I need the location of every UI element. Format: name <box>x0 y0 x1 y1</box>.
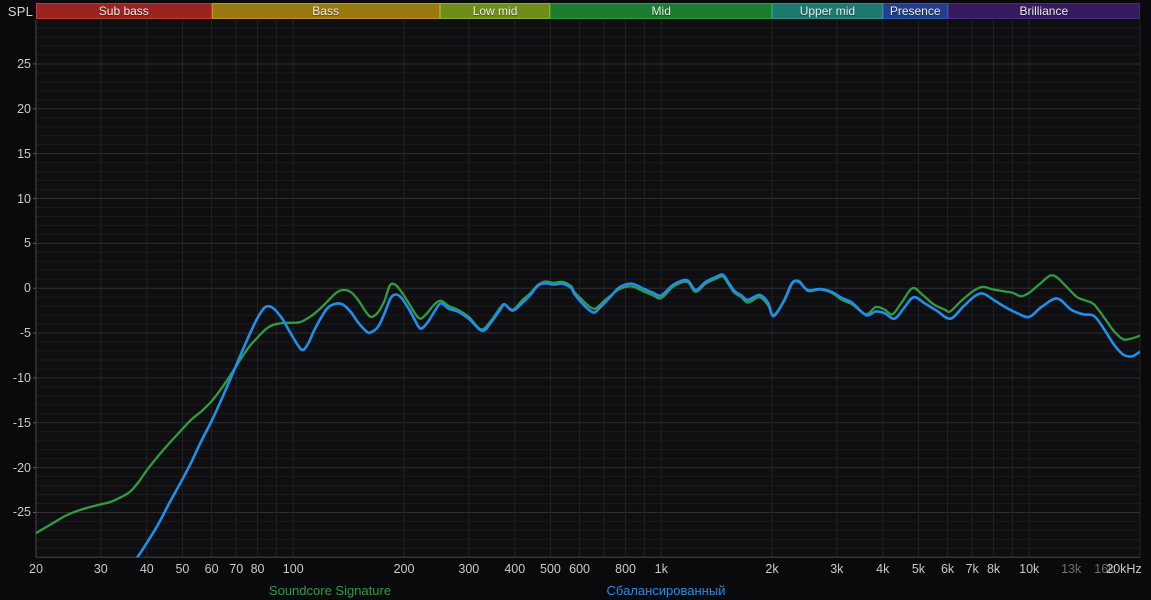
frequency-response-plot <box>33 20 1141 558</box>
y-tick-label: 10 <box>17 191 31 206</box>
y-tick-label: -20 <box>12 460 31 475</box>
x-tick-label-40: 40 <box>139 562 154 576</box>
x-tick-label-13k: 13k <box>1061 562 1082 576</box>
y-tick-label: 0 <box>24 281 31 296</box>
x-tick-label-3k: 3k <box>830 562 844 576</box>
x-tick-label-800: 800 <box>615 562 636 576</box>
x-tick-label-100: 100 <box>282 562 304 576</box>
x-tick-label-8k: 8k <box>986 562 1001 576</box>
y-tick-label: -25 <box>12 505 31 520</box>
legend-item-balanced: Сбалансированный <box>606 583 726 598</box>
x-tick-label-6k: 6k <box>940 562 955 576</box>
y-tick-label: 15 <box>17 146 31 161</box>
x-tick-label-80: 80 <box>250 562 265 576</box>
x-tick-label-2k: 2k <box>765 562 779 576</box>
y-tick-label: 25 <box>17 56 31 71</box>
legend-item-soundcore-signature: Soundcore Signature <box>268 583 392 598</box>
y-tick-label: -15 <box>12 415 31 430</box>
x-tick-label-500: 500 <box>540 562 561 576</box>
x-tick-label-20: 20 <box>29 562 43 576</box>
x-tick-label-400: 400 <box>504 562 526 576</box>
x-tick-label-600: 600 <box>569 562 591 576</box>
x-tick-label-50: 50 <box>175 562 190 576</box>
x-tick-label-1k: 1k <box>654 562 668 576</box>
y-tick-label: 5 <box>24 236 31 251</box>
x-tick-label-300: 300 <box>458 562 480 576</box>
frequency-response-chart: SPL Sub bass Bass Low mid Mid Upper mid Prese… <box>0 0 1151 600</box>
x-tick-label-20khz: 20kHz <box>1106 562 1142 576</box>
y-tick-label: -5 <box>19 326 31 341</box>
x-tick-label-70: 70 <box>229 562 244 576</box>
y-tick-label: -10 <box>12 370 31 385</box>
x-tick-label-5k: 5k <box>911 562 926 576</box>
x-tick-label-30: 30 <box>93 562 108 576</box>
x-tick-label-4k: 4k <box>876 562 890 576</box>
x-tick-label-200: 200 <box>393 562 415 576</box>
x-tick-label-7k: 7k <box>965 562 979 576</box>
y-tick-label: 20 <box>17 101 31 116</box>
x-tick-label-60: 60 <box>204 562 219 576</box>
x-tick-label-10k: 10k <box>1019 562 1040 576</box>
